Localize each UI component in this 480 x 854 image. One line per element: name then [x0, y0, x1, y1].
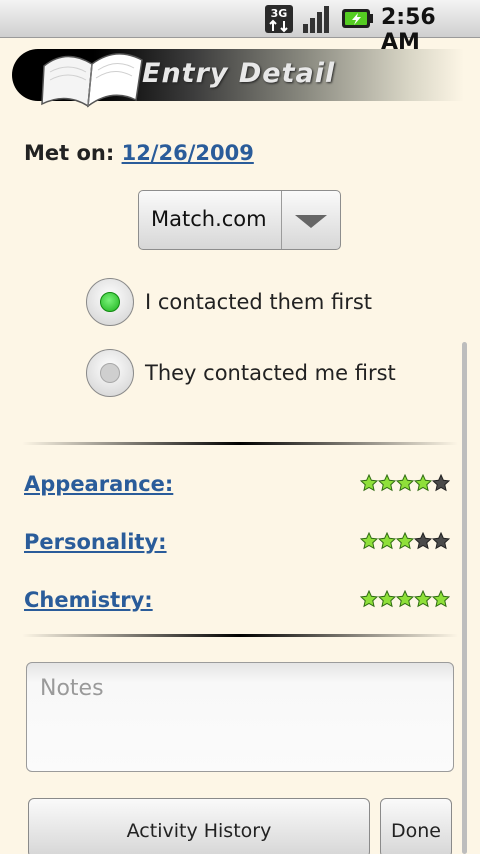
- radio-label: They contacted me first: [145, 361, 396, 385]
- 3g-data-icon: 3G: [265, 5, 293, 33]
- star-filled-icon: [378, 474, 396, 492]
- star-filled-icon: [414, 590, 432, 608]
- radio-button-icon[interactable]: [86, 278, 134, 326]
- radio-label: I contacted them first: [145, 290, 373, 314]
- star-filled-icon: [360, 532, 378, 550]
- radio-contacted-them-first[interactable]: I contacted them first: [86, 278, 372, 326]
- star-filled-icon: [378, 532, 396, 550]
- star-filled-icon: [378, 590, 396, 608]
- source-spinner[interactable]: Match.com: [138, 190, 341, 250]
- divider: [22, 442, 458, 445]
- notes-placeholder: Notes: [40, 676, 104, 701]
- star-empty-icon: [432, 532, 450, 550]
- star-empty-icon: [432, 474, 450, 492]
- star-filled-icon: [360, 474, 378, 492]
- appearance-link[interactable]: Appearance:: [24, 472, 173, 496]
- star-filled-icon: [396, 590, 414, 608]
- notes-field[interactable]: Notes: [26, 662, 454, 772]
- dropdown-arrow-icon: [295, 215, 327, 228]
- star-filled-icon: [396, 474, 414, 492]
- personality-link[interactable]: Personality:: [24, 530, 167, 554]
- radio-button-icon[interactable]: [86, 349, 134, 397]
- rating-row-personality: Personality:: [24, 530, 450, 564]
- status-bar: 3G 2:56 AM: [0, 0, 480, 55]
- met-on-row: Met on: 12/26/2009: [24, 141, 254, 165]
- star-rating[interactable]: [360, 474, 450, 492]
- radio-they-contacted-me-first[interactable]: They contacted me first: [86, 349, 396, 397]
- scrollbar[interactable]: [462, 342, 467, 854]
- star-filled-icon: [414, 474, 432, 492]
- star-filled-icon: [396, 532, 414, 550]
- star-rating[interactable]: [360, 590, 450, 608]
- star-rating[interactable]: [360, 532, 450, 550]
- rating-row-appearance: Appearance:: [24, 472, 450, 506]
- page-title: Entry Detail: [142, 58, 336, 89]
- activity-history-button[interactable]: Activity History: [28, 798, 370, 854]
- source-spinner-value: Match.com: [151, 207, 267, 231]
- met-date-link[interactable]: 12/26/2009: [122, 141, 254, 165]
- rating-row-chemistry: Chemistry:: [24, 588, 450, 622]
- met-on-label: Met on:: [24, 141, 115, 165]
- battery-charging-icon: [342, 9, 373, 28]
- svg-text:3G: 3G: [271, 7, 288, 20]
- chemistry-link[interactable]: Chemistry:: [24, 588, 153, 612]
- header-banner: Entry Detail: [12, 46, 464, 108]
- done-button[interactable]: Done: [380, 798, 452, 854]
- signal-strength-icon: [303, 6, 329, 33]
- star-filled-icon: [432, 590, 450, 608]
- star-filled-icon: [360, 590, 378, 608]
- open-book-icon: [41, 53, 143, 108]
- divider: [22, 634, 458, 637]
- star-empty-icon: [414, 532, 432, 550]
